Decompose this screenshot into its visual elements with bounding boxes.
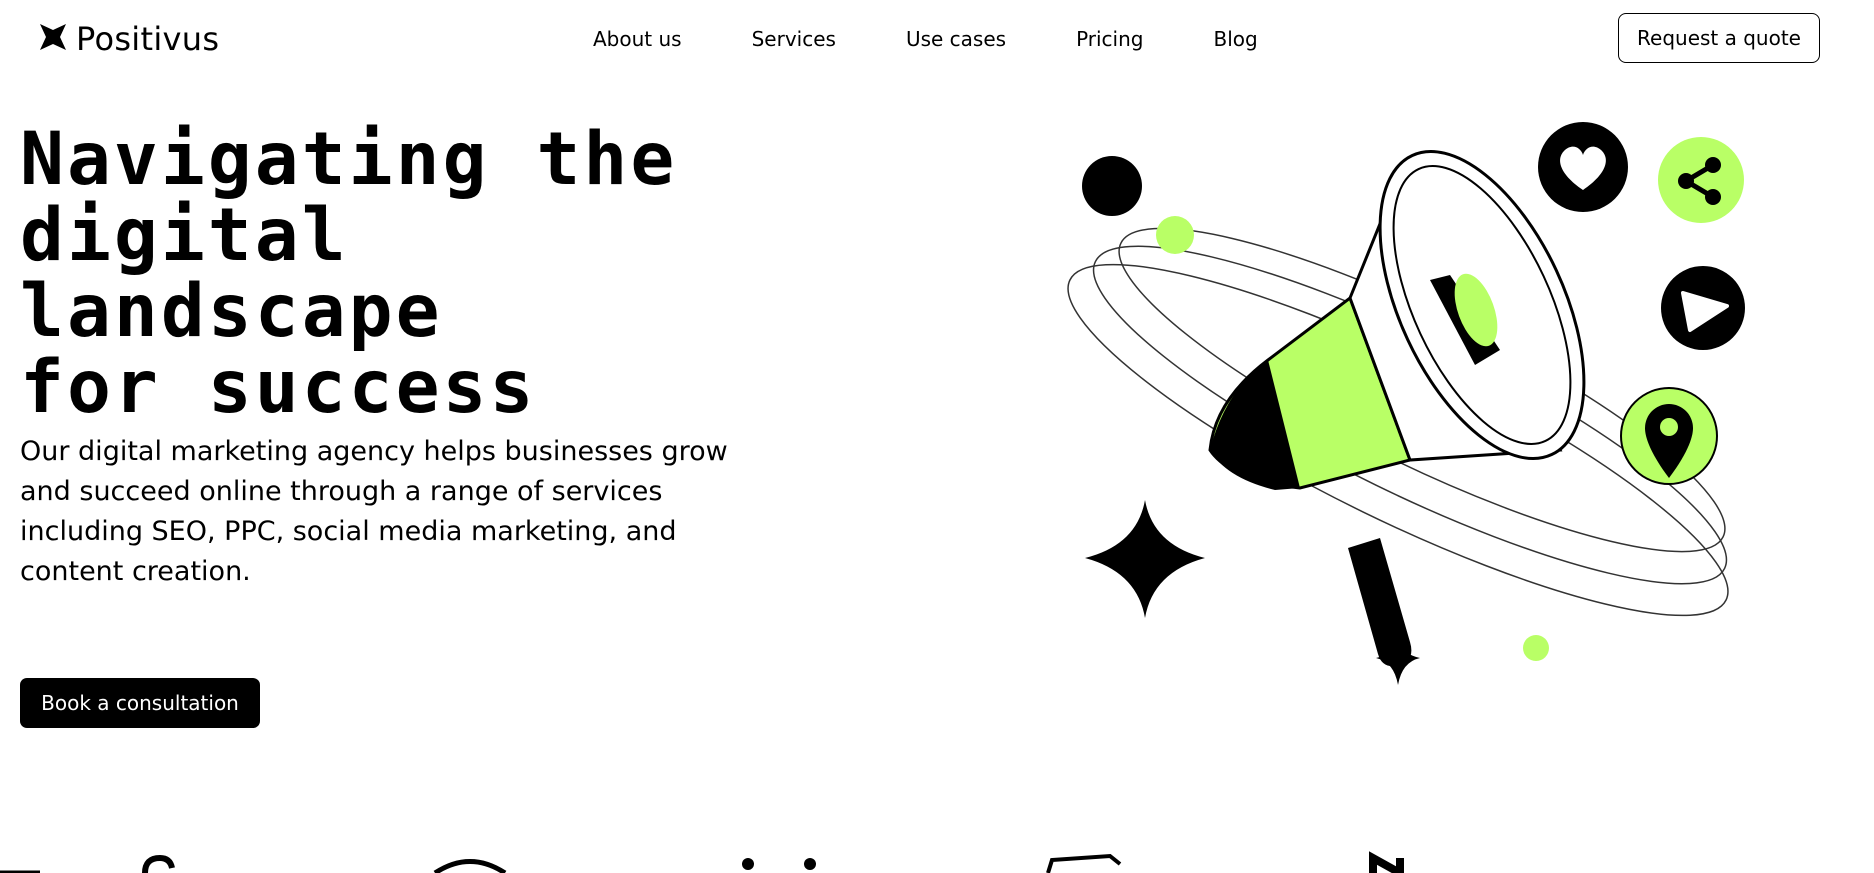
share-icon bbox=[1658, 137, 1744, 223]
hero-title-line-3: for success bbox=[20, 345, 537, 430]
nav-pricing[interactable]: Pricing bbox=[1076, 27, 1143, 51]
green-dot-small bbox=[1523, 635, 1549, 661]
hero-illustration bbox=[1067, 122, 1745, 685]
heart-icon bbox=[1538, 122, 1628, 212]
request-quote-button[interactable]: Request a quote bbox=[1618, 13, 1820, 63]
nav-services[interactable]: Services bbox=[752, 27, 836, 51]
main-menu: About us Services Use cases Pricing Blog bbox=[593, 27, 1258, 51]
nav-blog[interactable]: Blog bbox=[1213, 27, 1257, 51]
black-dot bbox=[1082, 156, 1142, 216]
green-dot bbox=[1156, 216, 1194, 254]
partner-logo-3 bbox=[742, 858, 816, 870]
brand-logo[interactable]: Positivus bbox=[38, 20, 219, 58]
play-icon bbox=[1661, 266, 1745, 350]
positivus-star-icon bbox=[38, 22, 68, 56]
partner-logo-4 bbox=[1046, 853, 1122, 873]
hero-title: Navigating the digital landscape for suc… bbox=[20, 122, 760, 426]
partner-logo-5 bbox=[1369, 851, 1404, 873]
partner-logos-strip bbox=[0, 850, 1874, 873]
nav-use-cases[interactable]: Use cases bbox=[906, 27, 1006, 51]
hero-description: Our digital marketing agency helps busin… bbox=[20, 436, 728, 587]
hero-title-line-2: digital landscape bbox=[20, 193, 443, 354]
location-pin-icon bbox=[1620, 387, 1718, 485]
partner-logo-1 bbox=[0, 854, 175, 873]
partner-logo-2 bbox=[433, 859, 507, 873]
nav-about-us[interactable]: About us bbox=[593, 27, 682, 51]
sparkle-star-icon bbox=[1085, 500, 1205, 618]
hero-title-line-1: Navigating the bbox=[20, 117, 678, 202]
book-consultation-button[interactable]: Book a consultation bbox=[20, 678, 260, 728]
top-navigation: Positivus About us Services Use cases Pr… bbox=[0, 0, 1874, 78]
brand-name: Positivus bbox=[76, 20, 220, 58]
